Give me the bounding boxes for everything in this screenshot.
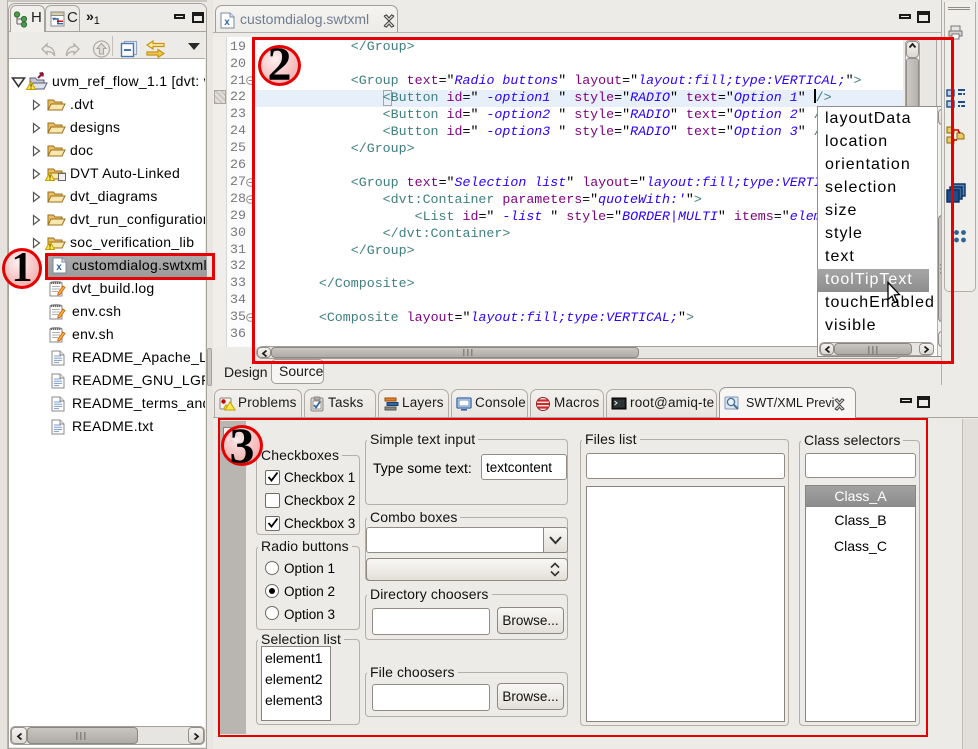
svg-text:x: x bbox=[224, 17, 230, 28]
